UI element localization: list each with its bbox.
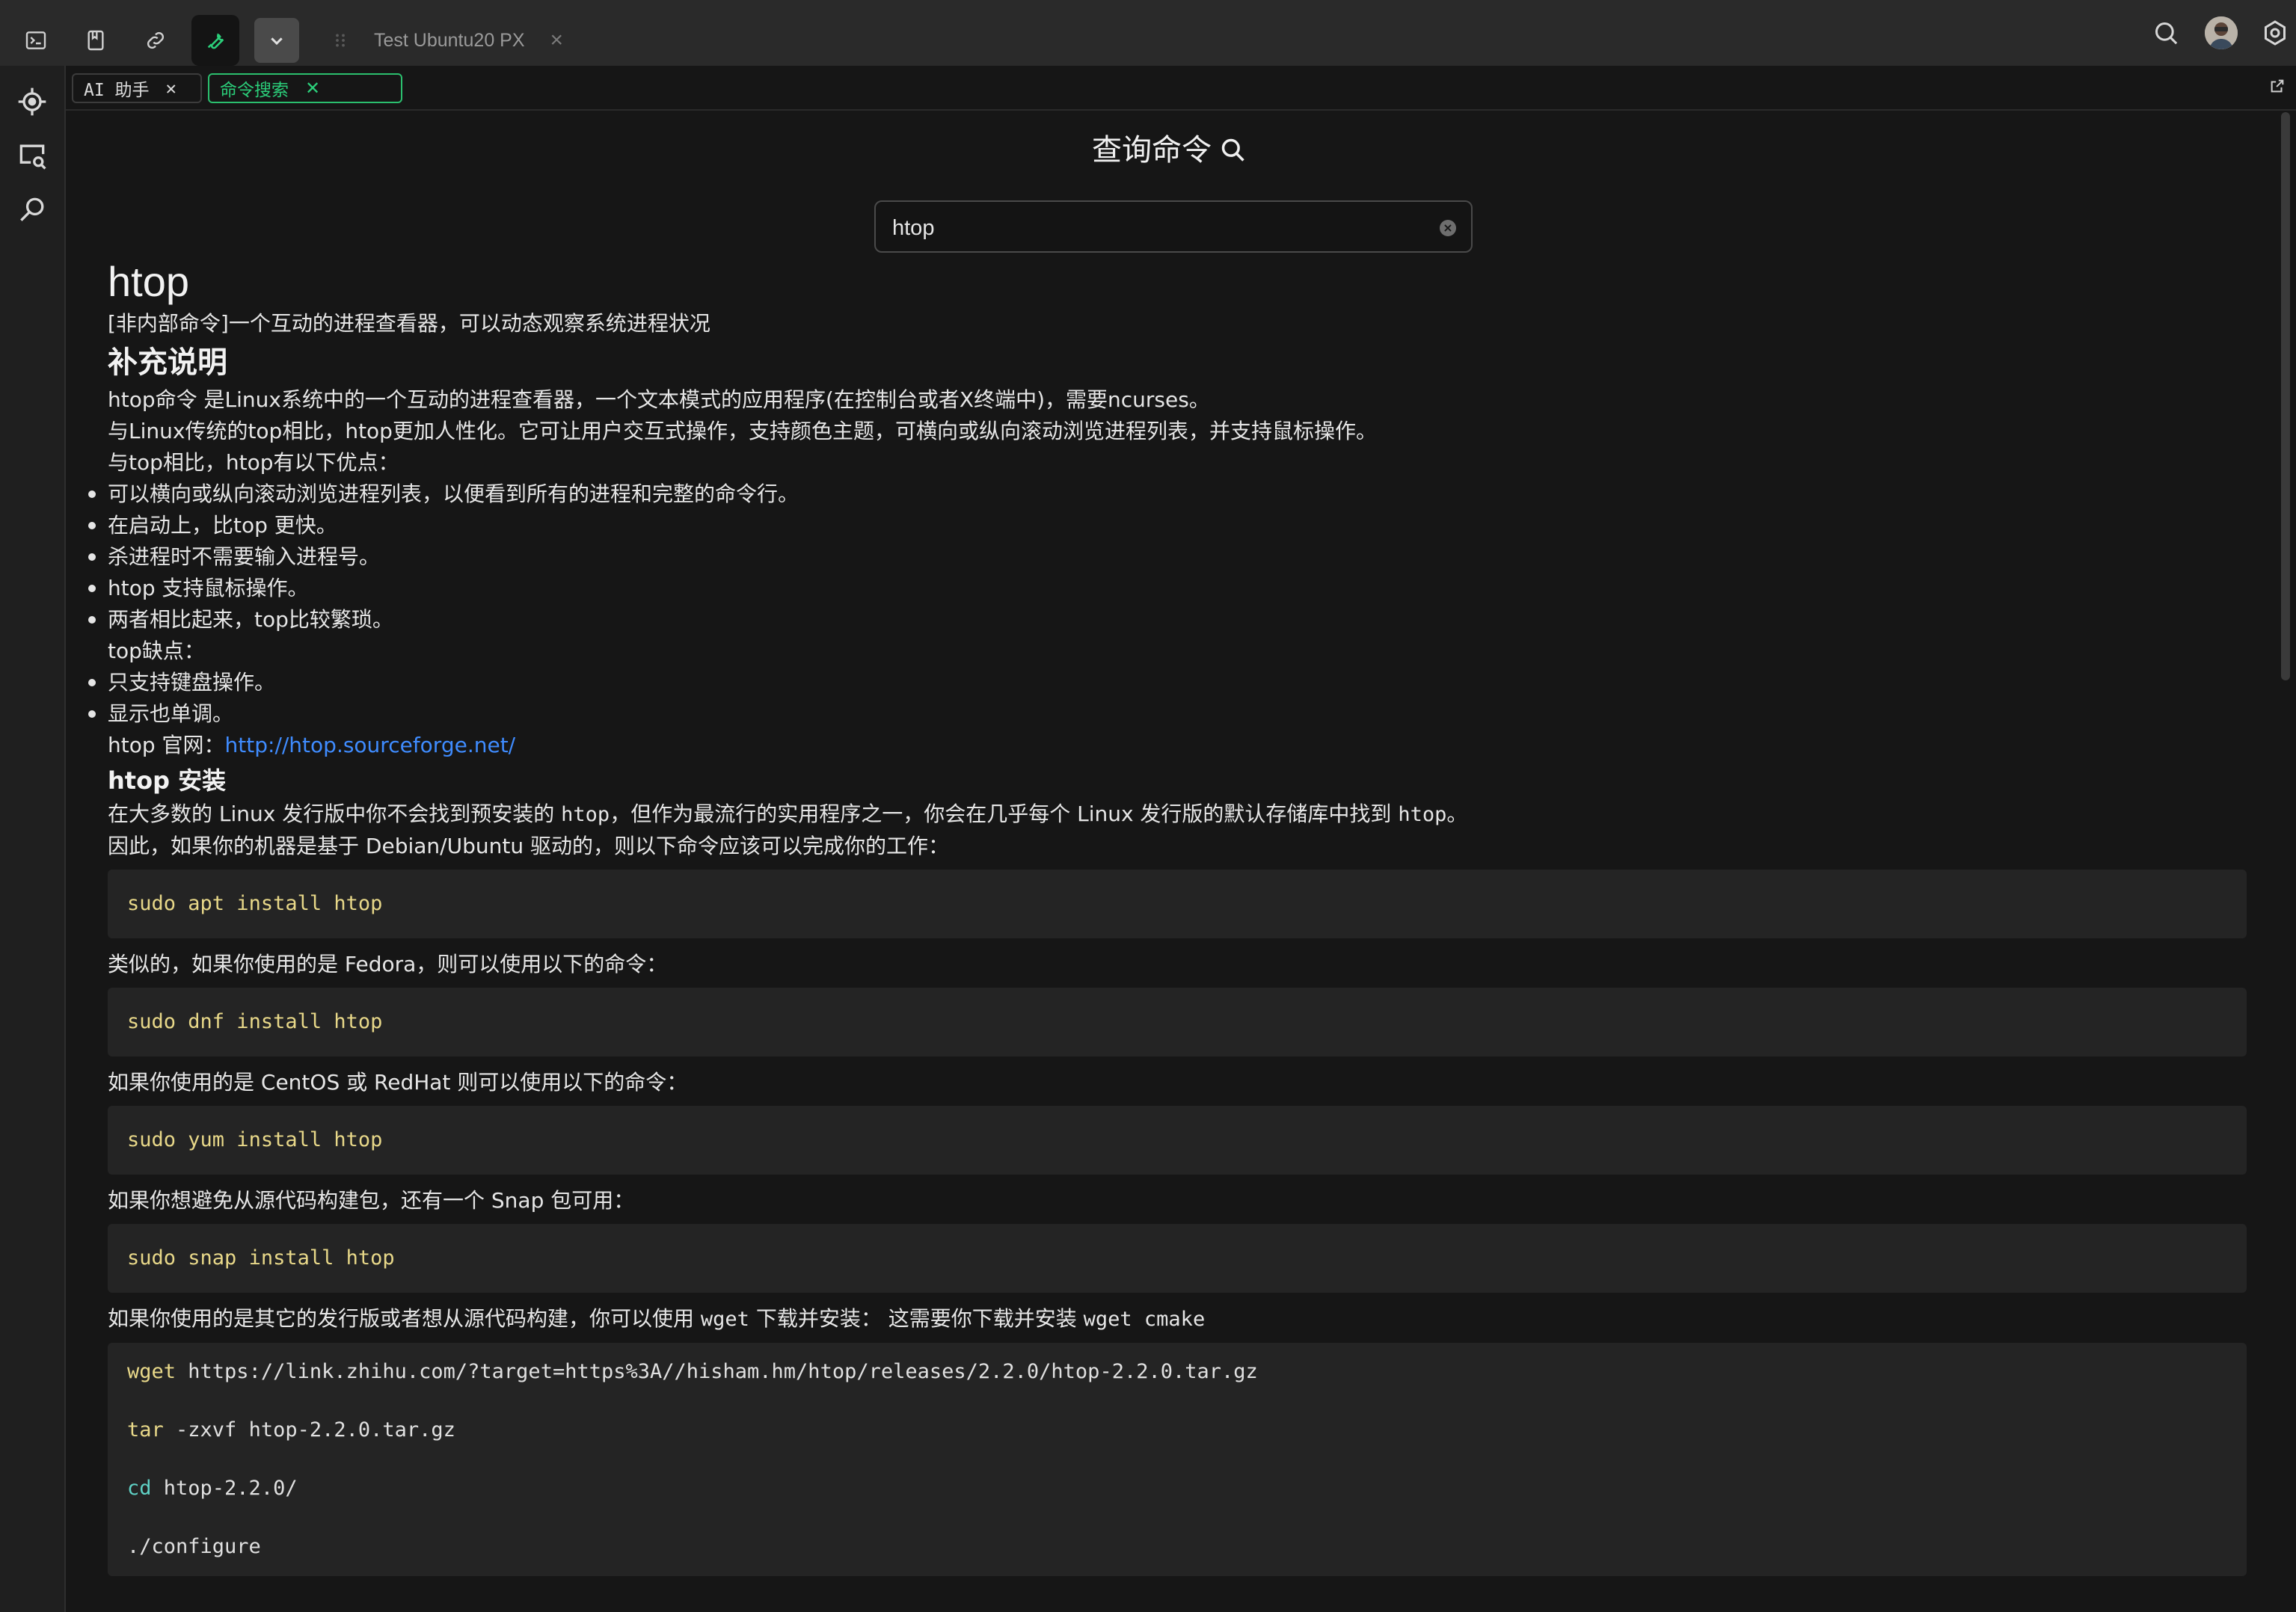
- inline-code: htop: [561, 803, 610, 826]
- paragraph: top缺点：: [108, 639, 205, 663]
- code-command: sudo: [127, 892, 177, 915]
- command-search-panel: 查询命令 × htop [非内部命令]一个互动的进程查看器，可以动态观察系统进程…: [66, 111, 2274, 1612]
- text: 。: [1446, 802, 1468, 826]
- session-tab-title: Test Ubuntu20 PX: [374, 29, 525, 51]
- list-item: 在启动上，比top 更快。: [88, 510, 2247, 541]
- list-item: htop 支持鼠标操作。: [88, 573, 2247, 604]
- settings-icon[interactable]: [2260, 18, 2290, 48]
- search-field[interactable]: ×: [874, 200, 1473, 253]
- code-command: sudo: [127, 1010, 177, 1033]
- left-rail: [0, 66, 66, 1612]
- close-icon[interactable]: ✕: [305, 78, 320, 99]
- command-document: htop [非内部命令]一个互动的进程查看器，可以动态观察系统进程状况 补充说明…: [88, 256, 2247, 1587]
- search-icon: [1221, 138, 1244, 161]
- list-item: 只支持键盘操作。: [88, 667, 2247, 698]
- code-args: yum install htop: [176, 1128, 383, 1151]
- code-command: sudo: [127, 1128, 177, 1151]
- list-item: 显示也单调。: [88, 698, 2247, 730]
- tab-ai-assistant-label: AI 助手: [84, 81, 150, 100]
- drag-grip-icon[interactable]: [322, 16, 359, 64]
- paragraph: 与Linux传统的top相比，htop更加人性化。它可让用户交互式操作，支持颜色…: [108, 419, 1377, 443]
- paragraph: 与top相比，htop有以下优点：: [108, 450, 399, 475]
- paragraph: 如果你使用的是其它的发行版或者想从源代码构建，你可以使用 wget 下载并安装：…: [108, 1303, 2247, 1335]
- advantages-list: 可以横向或纵向滚动浏览进程列表，以便看到所有的进程和完整的命令行。 在启动上，比…: [88, 479, 2247, 636]
- close-icon[interactable]: ✕: [166, 78, 177, 99]
- code-command: tar: [127, 1418, 164, 1442]
- tab-ai-assistant[interactable]: AI 助手 ✕: [72, 73, 202, 103]
- section-heading-install: htop 安装: [108, 766, 227, 795]
- bookmark-icon[interactable]: [72, 16, 120, 64]
- code-line: wget https://link.zhihu.com/?target=http…: [127, 1356, 2227, 1415]
- code-block-dnf[interactable]: sudo dnf install htop: [108, 988, 2247, 1056]
- top-bar: Test Ubuntu20 PX ×: [0, 0, 2296, 66]
- disadvantages-list: 只支持键盘操作。 显示也单调。: [88, 667, 2247, 730]
- list-item: 可以横向或纵向滚动浏览进程列表，以便看到所有的进程和完整的命令行。: [88, 479, 2247, 510]
- inline-code: htop: [1398, 803, 1447, 826]
- page-title: 查询命令: [66, 126, 2274, 169]
- code-block-apt[interactable]: sudo apt install htop: [108, 870, 2247, 938]
- sub-tab-bar: AI 助手 ✕ 命令搜索 ✕: [66, 66, 2296, 111]
- code-line: ./configure: [127, 1531, 2227, 1563]
- code-line: tar -zxvf htop-2.2.0.tar.gz: [127, 1415, 2227, 1473]
- inline-code: wget: [700, 1308, 749, 1331]
- code-args: -zxvf htop-2.2.0.tar.gz: [163, 1418, 455, 1442]
- tab-command-search-label: 命令搜索: [220, 81, 289, 100]
- paragraph: 如果你使用的是 CentOS 或 RedHat 则可以使用以下的命令：: [108, 1070, 688, 1095]
- paragraph: htop命令 是Linux系统中的一个互动的进程查看器，一个文本模式的应用程序(…: [108, 387, 1210, 412]
- paragraph: 类似的，如果你使用的是 Fedora，则可以使用以下的命令：: [108, 952, 668, 976]
- list-item: 杀进程时不需要输入进程号。: [88, 541, 2247, 573]
- doc-title: htop: [108, 258, 189, 305]
- page-title-text: 查询命令: [1092, 133, 1212, 167]
- code-args: snap install htop: [176, 1246, 395, 1270]
- magnifier-icon[interactable]: [16, 193, 49, 226]
- code-line: cd htop-2.2.0/: [127, 1473, 2227, 1531]
- screen-search-icon[interactable]: [16, 139, 49, 172]
- close-icon[interactable]: ×: [550, 28, 564, 53]
- inline-code: wget cmake: [1083, 1308, 1206, 1331]
- official-site-line: htop 官网：http://htop.sourceforge.net/: [108, 730, 2247, 761]
- text: 如果你使用的是其它的发行版或者想从源代码构建，你可以使用: [108, 1306, 701, 1331]
- search-input[interactable]: [891, 211, 1417, 245]
- paragraph: 如果你想避免从源代码构建包，还有一个 Snap 包可用：: [108, 1188, 635, 1213]
- link-icon[interactable]: [132, 16, 179, 64]
- text: 下载并安装： 这需要你下载并安装: [749, 1306, 1084, 1331]
- paragraph: 在大多数的 Linux 发行版中你不会找到预安装的 htop，但作为最流行的实用…: [108, 799, 2247, 831]
- chevron-down-icon[interactable]: [254, 18, 299, 63]
- code-command: cd: [127, 1477, 152, 1500]
- tab-command-search[interactable]: 命令搜索 ✕: [208, 73, 402, 103]
- code-args: ./configure: [127, 1535, 261, 1558]
- code-args: htop-2.2.0/: [151, 1477, 298, 1500]
- code-args: apt install htop: [176, 892, 383, 915]
- text: ，但作为最流行的实用程序之一，你会在几乎每个 Linux 发行版的默认存储库中找…: [610, 802, 1399, 826]
- code-args: dnf install htop: [176, 1010, 383, 1033]
- session-tab[interactable]: Test Ubuntu20 PX ×: [374, 16, 563, 64]
- code-args: https://link.zhihu.com/?target=https%3A/…: [176, 1360, 1258, 1383]
- text: 在大多数的 Linux 发行版中你不会找到预安装的: [108, 802, 562, 826]
- wrench-icon[interactable]: [191, 15, 239, 66]
- avatar[interactable]: [2205, 16, 2238, 49]
- official-site-label: htop 官网：: [108, 733, 225, 757]
- scrollbar[interactable]: [2281, 112, 2290, 680]
- search-icon[interactable]: [2151, 18, 2181, 48]
- terminal-icon[interactable]: [12, 16, 60, 64]
- code-block-source-build[interactable]: wget https://link.zhihu.com/?target=http…: [108, 1343, 2247, 1576]
- clear-icon[interactable]: ×: [1440, 220, 1456, 236]
- code-command: sudo: [127, 1246, 177, 1270]
- code-block-yum[interactable]: sudo yum install htop: [108, 1106, 2247, 1175]
- code-command: wget: [127, 1360, 177, 1383]
- doc-summary: [非内部命令]一个互动的进程查看器，可以动态观察系统进程状况: [108, 311, 710, 336]
- paragraph: 因此，如果你的机器是基于 Debian/Ubuntu 驱动的，则以下命令应该可以…: [108, 834, 949, 858]
- external-link-icon[interactable]: [2269, 78, 2286, 94]
- section-heading-supplement: 补充说明: [108, 345, 227, 380]
- list-item: 两者相比起来，top比较繁琐。: [88, 604, 2247, 636]
- crosshair-icon[interactable]: [16, 85, 49, 118]
- code-block-snap[interactable]: sudo snap install htop: [108, 1224, 2247, 1293]
- official-site-link[interactable]: http://htop.sourceforge.net/: [225, 733, 516, 757]
